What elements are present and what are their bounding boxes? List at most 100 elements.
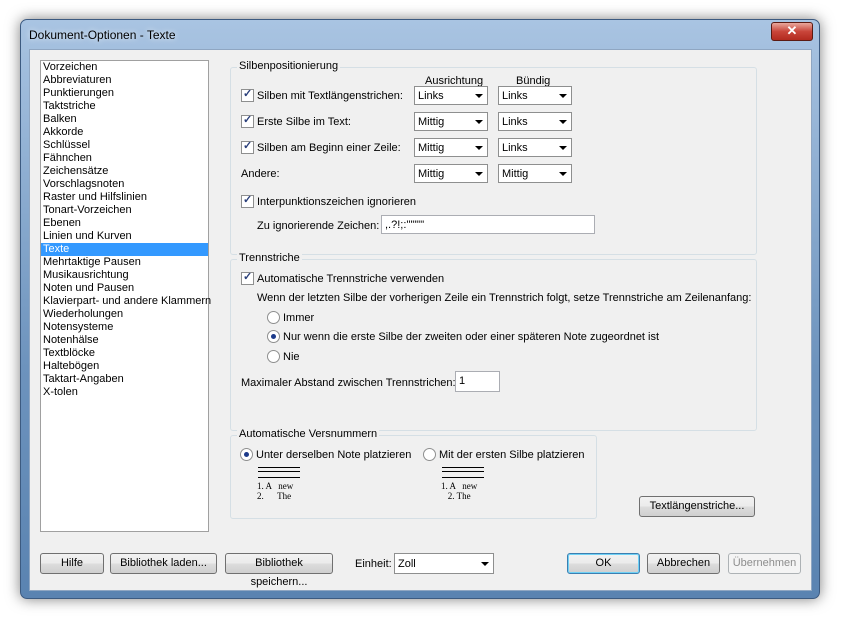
trenn-nurwenn-radio[interactable] <box>267 330 280 343</box>
sidebar-item[interactable]: Textblöcke <box>41 347 208 360</box>
ignore-chars-input[interactable]: ,.?!;:'"""" <box>381 215 595 234</box>
load-library-button[interactable]: Bibliothek laden... <box>110 553 217 574</box>
auto-trenn-label: Automatische Trennstriche verwenden <box>257 273 445 285</box>
check-icon: ✓ <box>243 88 253 100</box>
trenn-nurwenn-label: Nur wenn die erste Silbe der zweiten ode… <box>283 331 660 343</box>
sidebar-item[interactable]: Notenhälse <box>41 334 208 347</box>
title-bar[interactable]: Dokument-Optionen - Texte ✕ <box>21 20 819 48</box>
close-button[interactable]: ✕ <box>771 22 813 41</box>
dropdown-arrow-icon <box>475 120 483 124</box>
radio-dot-icon <box>244 452 249 457</box>
textlaengenstriche-button[interactable]: Textlängenstriche... <box>639 496 755 517</box>
dropdown-arrow-icon <box>475 146 483 150</box>
dropdown-arrow-icon <box>559 146 567 150</box>
ausrichtung-select-2[interactable]: Mittig <box>414 112 488 131</box>
sidebar-item[interactable]: Taktart-Angaben <box>41 373 208 386</box>
help-button[interactable]: Hilfe <box>40 553 104 574</box>
andere-label: Andere: <box>241 168 280 180</box>
sidebar-item[interactable]: Noten und Pausen <box>41 282 208 295</box>
ausrichtung-value-1: Links <box>418 90 444 102</box>
buendig-select-1[interactable]: Links <box>498 86 572 105</box>
vers-legend: Automatische Versnummern <box>237 428 380 440</box>
sidebar-item[interactable]: Zeichensätze <box>41 165 208 178</box>
buendig-value-1: Links <box>502 90 528 102</box>
dropdown-arrow-icon <box>481 562 489 566</box>
sidebar-item[interactable]: Fähnchen <box>41 152 208 165</box>
cancel-button[interactable]: Abbrechen <box>647 553 720 574</box>
unit-label: Einheit: <box>355 558 392 570</box>
ausrichtung-select-4[interactable]: Mittig <box>414 164 488 183</box>
vers-erste-label: Mit der ersten Silbe platzieren <box>439 449 585 461</box>
silben-legend: Silbenpositionierung <box>237 60 341 72</box>
dropdown-arrow-icon <box>475 172 483 176</box>
sidebar-item[interactable]: Notensysteme <box>41 321 208 334</box>
buendig-select-2[interactable]: Links <box>498 112 572 131</box>
sidebar-item[interactable]: Mehrtaktige Pausen <box>41 256 208 269</box>
max-abstand-value: 1 <box>459 375 466 387</box>
dropdown-arrow-icon <box>559 172 567 176</box>
sidebar-item[interactable]: Vorschlagsnoten <box>41 178 208 191</box>
apply-button[interactable]: Übernehmen <box>728 553 801 574</box>
save-library-button[interactable]: Bibliothek speichern... <box>225 553 333 588</box>
max-abstand-input[interactable]: 1 <box>455 371 500 392</box>
vers-unter-label: Unter derselben Note platzieren <box>256 449 412 461</box>
unit-select[interactable]: Zoll <box>394 553 494 574</box>
beginn-zeile-checkbox[interactable]: ✓ <box>241 140 254 154</box>
sidebar-item[interactable]: Raster und Hilfslinien <box>41 191 208 204</box>
beginn-zeile-label: Silben am Beginn einer Zeile: <box>257 142 401 154</box>
vers-erste-radio[interactable] <box>423 448 436 461</box>
buendig-value-2: Links <box>502 116 528 128</box>
erste-silbe-checkbox[interactable]: ✓ <box>241 114 254 128</box>
radio-dot-icon <box>271 334 276 339</box>
buendig-value-3: Links <box>502 142 528 154</box>
sidebar-item[interactable]: Punktierungen <box>41 87 208 100</box>
sidebar-item[interactable]: Taktstriche <box>41 100 208 113</box>
buendig-select-3[interactable]: Links <box>498 138 572 157</box>
sidebar-item[interactable]: Texte <box>41 243 208 256</box>
buendig-value-4: Mittig <box>502 168 529 180</box>
ausrichtung-value-2: Mittig <box>418 116 445 128</box>
ausrichtung-value-4: Mittig <box>418 168 445 180</box>
dropdown-arrow-icon <box>475 94 483 98</box>
sidebar-item[interactable]: Balken <box>41 113 208 126</box>
buendig-select-4[interactable]: Mittig <box>498 164 572 183</box>
sidebar-item[interactable]: Klavierpart- und andere Klammern <box>41 295 211 308</box>
ok-button[interactable]: OK <box>567 553 640 574</box>
sidebar-item[interactable]: Akkorde <box>41 126 208 139</box>
ignore-chars-label: Zu ignorierende Zeichen: <box>257 220 380 232</box>
interpunktion-label: Interpunktionszeichen ignorieren <box>257 196 416 208</box>
trenn-description: Wenn der letzten Silbe der vorherigen Ze… <box>257 292 752 304</box>
ausrichtung-select-1[interactable]: Links <box>414 86 488 105</box>
vers-example-2-line-1: 1. A new <box>441 481 478 491</box>
trenn-nie-radio[interactable] <box>267 350 280 363</box>
sidebar-item[interactable]: Haltebögen <box>41 360 208 373</box>
vers-unter-radio[interactable] <box>240 448 253 461</box>
check-icon: ✓ <box>243 140 253 152</box>
sidebar-item[interactable]: Ebenen <box>41 217 208 230</box>
staff-preview-icon <box>258 467 300 478</box>
sidebar-item[interactable]: Wiederholungen <box>41 308 208 321</box>
silben-textlaengen-label: Silben mit Textlängenstrichen: <box>257 90 403 102</box>
trenn-immer-radio[interactable] <box>267 311 280 324</box>
sidebar-item[interactable]: Abbreviaturen <box>41 74 208 87</box>
interpunktion-checkbox[interactable]: ✓ <box>241 194 254 208</box>
dropdown-arrow-icon <box>559 94 567 98</box>
sidebar-item[interactable]: Linien und Kurven <box>41 230 208 243</box>
sidebar-item[interactable]: Tonart-Vorzeichen <box>41 204 208 217</box>
category-list[interactable]: Vorzeichen Abbreviaturen Punktierungen Takt… <box>40 60 211 532</box>
auto-trenn-checkbox[interactable]: ✓ <box>241 271 254 285</box>
sidebar-item[interactable]: X-tolen <box>41 386 208 399</box>
sidebar-item[interactable]: Musikausrichtung <box>41 269 208 282</box>
trenn-legend: Trennstriche <box>237 252 302 264</box>
max-abstand-label: Maximaler Abstand zwischen Trennstrichen… <box>241 377 456 389</box>
trenn-immer-label: Immer <box>283 312 315 324</box>
ausrichtung-select-3[interactable]: Mittig <box>414 138 488 157</box>
ignore-chars-value: ,.?!;:'"""" <box>385 219 425 231</box>
sidebar-item[interactable]: Vorzeichen <box>41 61 208 74</box>
dialog-client: Vorzeichen Abbreviaturen Punktierungen Takt… <box>29 49 812 591</box>
silben-textlaengen-checkbox[interactable]: ✓ <box>241 88 254 102</box>
check-icon: ✓ <box>243 271 253 283</box>
sidebar-item[interactable]: Schlüssel <box>41 139 208 152</box>
vers-example-1-line-2: 2. The <box>257 491 292 501</box>
window-title: Dokument-Optionen - Texte <box>29 28 176 42</box>
